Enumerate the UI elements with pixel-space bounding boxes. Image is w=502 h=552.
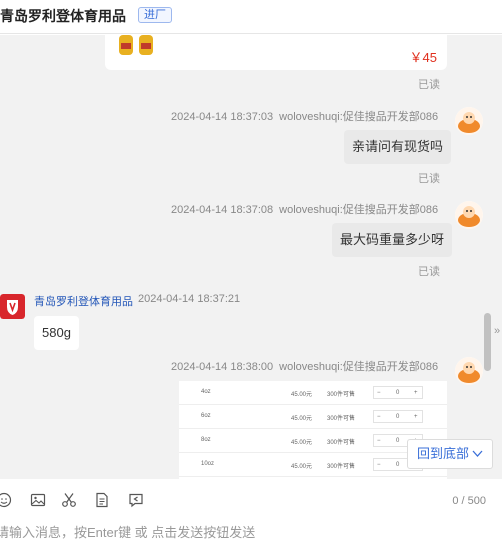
message-bubble[interactable]: 亲请问有现货吗 xyxy=(344,130,452,164)
collapse-arrow[interactable]: » xyxy=(494,325,500,337)
product-price: ￥45 xyxy=(409,50,437,65)
char-counter: 0 / 500 xyxy=(452,495,486,507)
sender-nick: woloveshuqi:促佳搜品开发部086 xyxy=(279,361,439,373)
table-row: 6oz 45.00元 300件可售 −0 + xyxy=(179,405,447,429)
back-to-bottom-label: 回到底部 xyxy=(417,446,470,461)
scissors-icon[interactable] xyxy=(61,492,77,508)
read-status: 已读 xyxy=(418,173,440,185)
cartoon-avatar-icon xyxy=(455,201,483,229)
message-meta: 2024-04-14 18:37:03 woloveshuqi:促佳搜品开发部08… xyxy=(171,108,438,124)
message-bubble[interactable]: 580g xyxy=(34,316,79,350)
message-input-placeholder: 请输入消息，按Enter键 或 点击发送按钮发送 xyxy=(0,525,256,540)
sender-nick: woloveshuqi:促佳搜品开发部086 xyxy=(279,204,439,216)
back-to-bottom-button[interactable]: 回到底部 xyxy=(407,439,493,469)
quick-reply-icon[interactable] xyxy=(128,492,144,508)
chat-header: 青岛罗利登体育用品 进厂 xyxy=(0,0,502,34)
shop-logo-icon xyxy=(0,294,25,319)
sender-nick: woloveshuqi:促佳搜品开发部086 xyxy=(279,111,439,123)
message-bubble[interactable]: 最大码重量多少呀 xyxy=(332,223,453,257)
message-time: 2024-04-14 18:38:00 xyxy=(171,361,274,373)
message-input[interactable]: 请输入消息，按Enter键 或 点击发送按钮发送 xyxy=(0,518,502,552)
image-icon[interactable] xyxy=(30,492,46,508)
message-list[interactable]: ￥45 已读 2024-04-14 18:37:03 woloveshuqi:促佳… xyxy=(0,35,502,479)
cartoon-avatar-icon xyxy=(455,357,483,385)
chevron-down-icon xyxy=(472,450,483,457)
message-time: 2024-04-14 18:37:21 xyxy=(138,293,241,305)
document-icon[interactable] xyxy=(94,492,110,508)
buyer-avatar[interactable] xyxy=(455,201,483,229)
emoji-icon[interactable] xyxy=(0,492,12,508)
input-toolbar: 0 / 500 xyxy=(0,480,502,518)
message-time: 2024-04-14 18:37:03 xyxy=(171,111,274,123)
read-status: 已读 xyxy=(418,266,440,278)
quantity-stepper: −0+ xyxy=(373,410,423,423)
shop-title[interactable]: 青岛罗利登体育用品 xyxy=(0,6,126,26)
read-status: 已读 xyxy=(418,79,440,91)
product-thumbnail xyxy=(119,35,153,55)
shop-name: 青岛罗利登体育用品 xyxy=(34,296,133,308)
message-time: 2024-04-14 18:37:08 xyxy=(171,204,274,216)
message-meta: 2024-04-14 18:38:00 woloveshuqi:促佳搜品开发部08… xyxy=(171,358,438,374)
table-row: 4oz 45.00元 300件可售 −0 + xyxy=(179,381,447,405)
scrollbar-thumb[interactable] xyxy=(484,313,491,371)
message-meta: 2024-04-14 18:37:08 woloveshuqi:促佳搜品开发部08… xyxy=(171,201,438,217)
buyer-avatar[interactable] xyxy=(455,107,483,135)
shop-badge: 进厂 xyxy=(138,7,172,23)
product-card[interactable]: ￥45 xyxy=(105,35,447,70)
buyer-avatar[interactable] xyxy=(455,357,483,385)
quantity-stepper: −0+ xyxy=(373,386,423,399)
cartoon-avatar-icon xyxy=(455,107,483,135)
shop-avatar[interactable] xyxy=(0,294,25,319)
